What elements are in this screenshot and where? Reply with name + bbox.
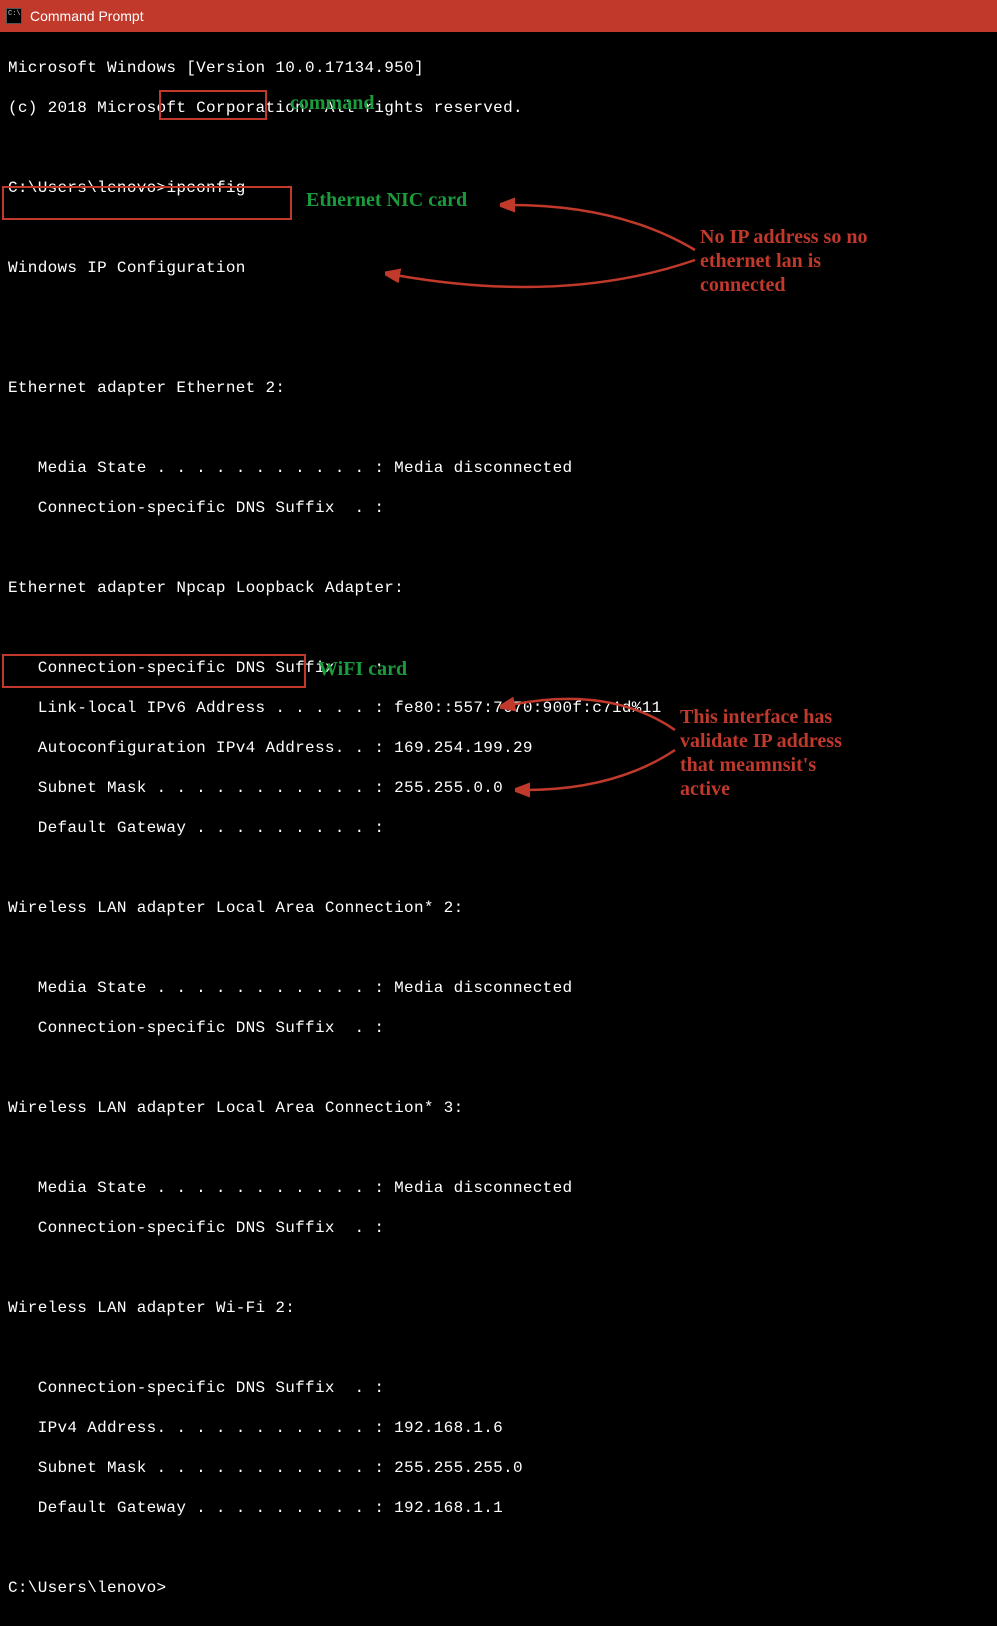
line-blank (8, 938, 989, 958)
line-lac2-title: Wireless LAN adapter Local Area Connecti… (8, 898, 989, 918)
line-blank (8, 138, 989, 158)
line-lac2-media: Media State . . . . . . . . . . . : Medi… (8, 978, 989, 998)
line-blank (8, 1538, 989, 1558)
terminal-body[interactable]: Microsoft Windows [Version 10.0.17134.95… (0, 32, 997, 1626)
line-wifi-mask: Subnet Mask . . . . . . . . . . . : 255.… (8, 1458, 989, 1478)
line-eth2-dns: Connection-specific DNS Suffix . : (8, 498, 989, 518)
window-titlebar: Command Prompt (0, 0, 997, 32)
line-copyright: (c) 2018 Microsoft Corporation. All righ… (8, 98, 989, 118)
line-npcap-ipv6: Link-local IPv6 Address . . . . . : fe80… (8, 698, 989, 718)
line-eth2-media: Media State . . . . . . . . . . . : Medi… (8, 458, 989, 478)
cmd-icon (6, 8, 22, 24)
line-prompt1: C:\Users\lenovo>ipconfig (8, 178, 989, 198)
line-wifi-title: Wireless LAN adapter Wi-Fi 2: (8, 1298, 989, 1318)
prompt-text: C:\Users\lenovo> (8, 179, 166, 197)
line-lac2-dns: Connection-specific DNS Suffix . : (8, 1018, 989, 1038)
line-wifi-gw: Default Gateway . . . . . . . . . : 192.… (8, 1498, 989, 1518)
line-wifi-ipv4: IPv4 Address. . . . . . . . . . . : 192.… (8, 1418, 989, 1438)
line-blank (8, 218, 989, 238)
line-npcap-dns: Connection-specific DNS Suffix . : (8, 658, 989, 678)
line-blank (8, 1058, 989, 1078)
line-npcap-title: Ethernet adapter Npcap Loopback Adapter: (8, 578, 989, 598)
line-blank (8, 418, 989, 438)
line-blank (8, 858, 989, 878)
line-blank (8, 1138, 989, 1158)
line-ipcfg-header: Windows IP Configuration (8, 258, 989, 278)
typed-command: ipconfig (166, 179, 245, 197)
line-blank (8, 538, 989, 558)
line-blank (8, 1258, 989, 1278)
line-blank (8, 338, 989, 358)
line-npcap-auto: Autoconfiguration IPv4 Address. . : 169.… (8, 738, 989, 758)
line-prompt2: C:\Users\lenovo> (8, 1578, 989, 1598)
line-blank (8, 298, 989, 318)
line-blank (8, 1338, 989, 1358)
line-npcap-gw: Default Gateway . . . . . . . . . : (8, 818, 989, 838)
line-version: Microsoft Windows [Version 10.0.17134.95… (8, 58, 989, 78)
line-lac3-title: Wireless LAN adapter Local Area Connecti… (8, 1098, 989, 1118)
line-wifi-dns: Connection-specific DNS Suffix . : (8, 1378, 989, 1398)
window-title: Command Prompt (30, 8, 144, 24)
line-lac3-media: Media State . . . . . . . . . . . : Medi… (8, 1178, 989, 1198)
line-lac3-dns: Connection-specific DNS Suffix . : (8, 1218, 989, 1238)
line-blank (8, 618, 989, 638)
line-npcap-mask: Subnet Mask . . . . . . . . . . . : 255.… (8, 778, 989, 798)
line-eth2-title: Ethernet adapter Ethernet 2: (8, 378, 989, 398)
